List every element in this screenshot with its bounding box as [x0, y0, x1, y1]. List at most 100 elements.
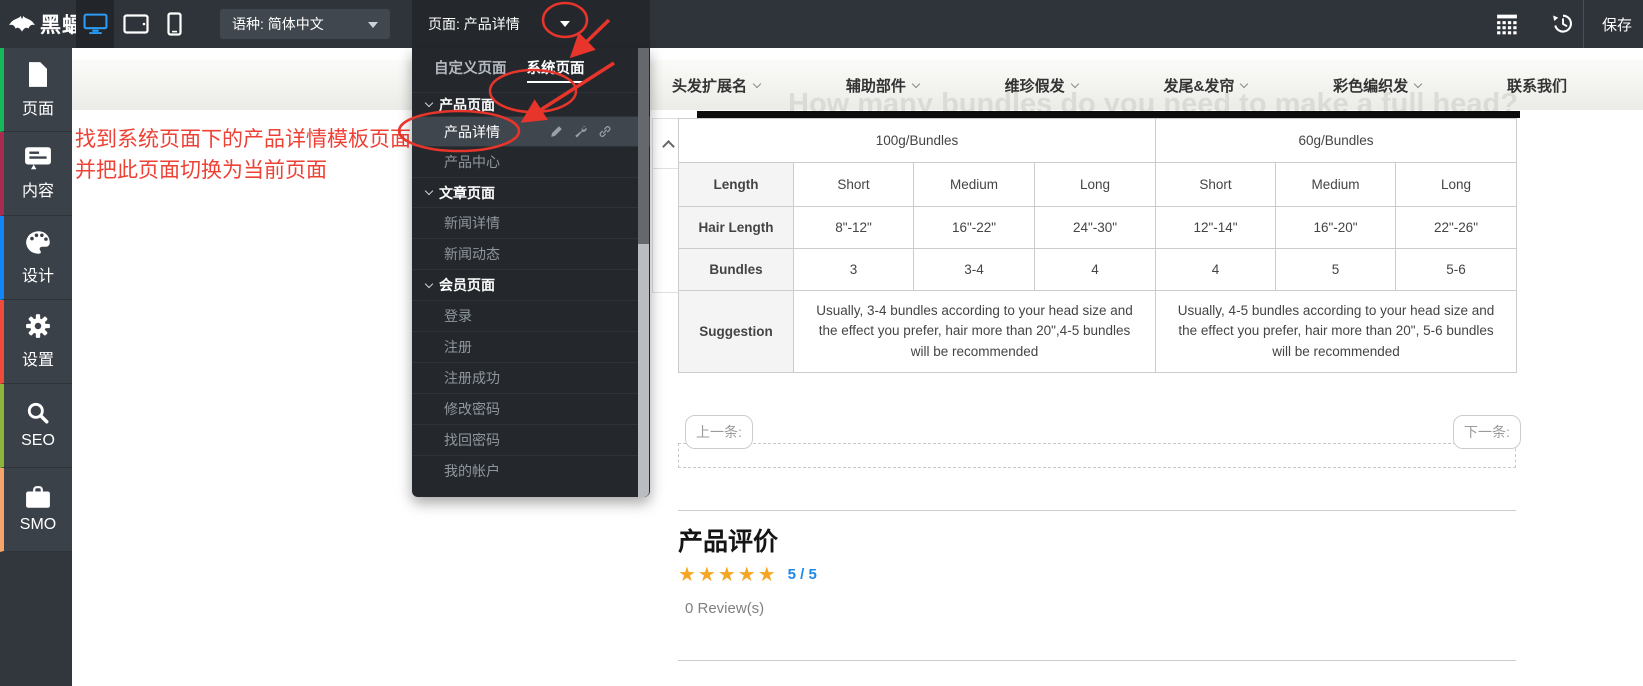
search-icon [26, 401, 50, 425]
row-label: Hair Length [679, 207, 794, 249]
nav-item-hair-extensions[interactable]: 头发扩展名 [672, 75, 760, 96]
page-selector-label: 页面: 产品详情 [428, 14, 520, 34]
language-selector[interactable]: 语种: 简体中文 [220, 9, 390, 39]
table-cell: Short [1156, 163, 1276, 207]
menu-item-register-success[interactable]: 注册成功 [412, 362, 650, 393]
nav-item-contact-us[interactable]: 联系我们 [1507, 75, 1567, 96]
nav-item-colored-weave[interactable]: 彩色编织发 [1333, 75, 1421, 96]
section-label: 文章页面 [439, 183, 495, 203]
table-row-suggestion: Suggestion Usually, 3-4 bundles accordin… [679, 291, 1517, 373]
nav-item-label: 维珍假发 [1005, 75, 1065, 96]
suggestion-cell-60g: Usually, 4-5 bundles according to your h… [1156, 291, 1517, 373]
nav-item-accessories[interactable]: 辅助部件 [846, 75, 919, 96]
menu-item-news-updates[interactable]: 新闻动态 [412, 238, 650, 269]
menu-item-register[interactable]: 注册 [412, 331, 650, 362]
section-divider [678, 660, 1516, 661]
section-article-pages[interactable]: 文章页面 [412, 177, 650, 207]
menu-item-login[interactable]: 登录 [412, 300, 650, 331]
nav-item-label: 联系我们 [1507, 75, 1567, 96]
chevron-down-icon [425, 279, 433, 287]
next-item-button[interactable]: 下一条: [1453, 415, 1521, 449]
sidebar-item-label: 页面 [22, 95, 54, 119]
chevron-down-icon [425, 99, 433, 107]
chevron-down-icon [1070, 79, 1078, 87]
section-member-pages[interactable]: 会员页面 [412, 269, 650, 300]
annotation-line-2: 并把此页面切换为当前页面 [75, 155, 411, 186]
row-label: Length [679, 163, 794, 207]
bat-icon [8, 14, 36, 34]
menu-item-news-detail[interactable]: 新闻详情 [412, 207, 650, 238]
table-cell: Long [1035, 163, 1156, 207]
black-divider-bar [697, 111, 1520, 118]
chevron-down-icon [368, 22, 378, 28]
page-selector-caret-icon[interactable] [560, 21, 570, 27]
chevron-down-icon [753, 79, 761, 87]
history-button[interactable] [1551, 12, 1573, 34]
sidebar-item-content[interactable]: 内容 [0, 132, 72, 216]
link-icon[interactable] [598, 125, 612, 138]
scrollbar-thumb[interactable] [638, 48, 649, 244]
dropdown-tabs: 自定义页面 系统页面 [412, 48, 650, 92]
section-label: 产品页面 [439, 95, 495, 115]
page-dropdown-panel: 自定义页面 系统页面 产品页面 产品详情 产品中心 文章页面 新闻详情 新闻动态… [412, 48, 650, 497]
section-label: 会员页面 [439, 275, 495, 295]
page-selector[interactable]: 页面: 产品详情 [412, 0, 650, 48]
edit-pencil-icon[interactable] [550, 125, 563, 138]
review-count: 0 Review(s) [685, 600, 764, 617]
table-cell: 5 [1276, 249, 1396, 291]
section-product-pages[interactable]: 产品页面 [412, 92, 650, 116]
wrench-icon[interactable] [574, 125, 587, 138]
previous-item-button[interactable]: 上一条: [685, 415, 753, 449]
menu-item-retrieve-password[interactable]: 找回密码 [412, 424, 650, 455]
section-divider [678, 510, 1516, 511]
row-label: Suggestion [679, 291, 794, 373]
nav-item-label: 头发扩展名 [672, 75, 747, 96]
menu-item-label: 新闻动态 [444, 244, 500, 264]
nav-item-virgin-wigs[interactable]: 维珍假发 [1005, 75, 1078, 96]
mobile-view-button[interactable] [158, 0, 190, 48]
preview-main-nav: 头发扩展名 辅助部件 维珍假发 发尾&发帘 彩色编织发 联系我们 [672, 60, 1567, 110]
menu-item-change-password[interactable]: 修改密码 [412, 393, 650, 424]
sidebar-item-design[interactable]: 设计 [0, 216, 72, 300]
rating-value: 5 / 5 [788, 566, 817, 583]
nav-item-tails-curtains[interactable]: 发尾&发帘 [1163, 75, 1247, 96]
menu-item-label: 注册成功 [444, 368, 500, 388]
table-cell: 16"-20" [1276, 207, 1396, 249]
grid-button[interactable] [1496, 13, 1518, 35]
app-logo[interactable]: 黑蝠 [8, 0, 84, 48]
table-cell: Medium [1276, 163, 1396, 207]
tab-system-pages[interactable]: 系统页面 [527, 57, 585, 83]
sidebar-item-smo[interactable]: SMO [0, 468, 72, 552]
left-sidebar: 页面 内容 设计 [0, 48, 72, 686]
content-icon [24, 146, 52, 170]
table-cell: 3 [794, 249, 914, 291]
desktop-view-button[interactable] [76, 0, 114, 48]
row-label: Bundles [679, 249, 794, 291]
sidebar-item-label: 设计 [22, 262, 54, 286]
save-button-label: 保存 [1602, 14, 1632, 35]
bundle-guide-table: 100g/Bundles 60g/Bundles Length Short Me… [678, 118, 1517, 373]
sidebar-item-label: SMO [20, 516, 56, 534]
save-button[interactable]: 保存 [1598, 0, 1636, 48]
tab-custom-pages[interactable]: 自定义页面 [434, 57, 507, 83]
briefcase-icon [25, 486, 51, 509]
table-cell: 4 [1035, 249, 1156, 291]
menu-item-product-center[interactable]: 产品中心 [412, 146, 650, 177]
table-cell: 5-6 [1396, 249, 1517, 291]
table-cell: Short [794, 163, 914, 207]
sidebar-item-seo[interactable]: SEO [0, 384, 72, 468]
chevron-down-icon [1240, 79, 1248, 87]
suggestion-cell-100g: Usually, 3-4 bundles according to your h… [794, 291, 1156, 373]
group-header-100g: 100g/Bundles [679, 119, 1156, 163]
table-cell: 12"-14" [1156, 207, 1276, 249]
dropdown-scrollbar[interactable] [638, 48, 649, 497]
star-rating-icons: ★★★★★ [678, 562, 778, 587]
table-cell: 3-4 [914, 249, 1035, 291]
menu-item-product-detail[interactable]: 产品详情 [412, 116, 650, 146]
tablet-view-button[interactable] [118, 0, 154, 48]
rating-row: ★★★★★ 5 / 5 [678, 562, 817, 587]
menu-item-my-account[interactable]: 我的帐户 [412, 455, 650, 486]
sidebar-item-settings[interactable]: 设置 [0, 300, 72, 384]
sidebar-item-pages[interactable]: 页面 [0, 48, 72, 132]
chevron-up-icon [662, 140, 675, 153]
